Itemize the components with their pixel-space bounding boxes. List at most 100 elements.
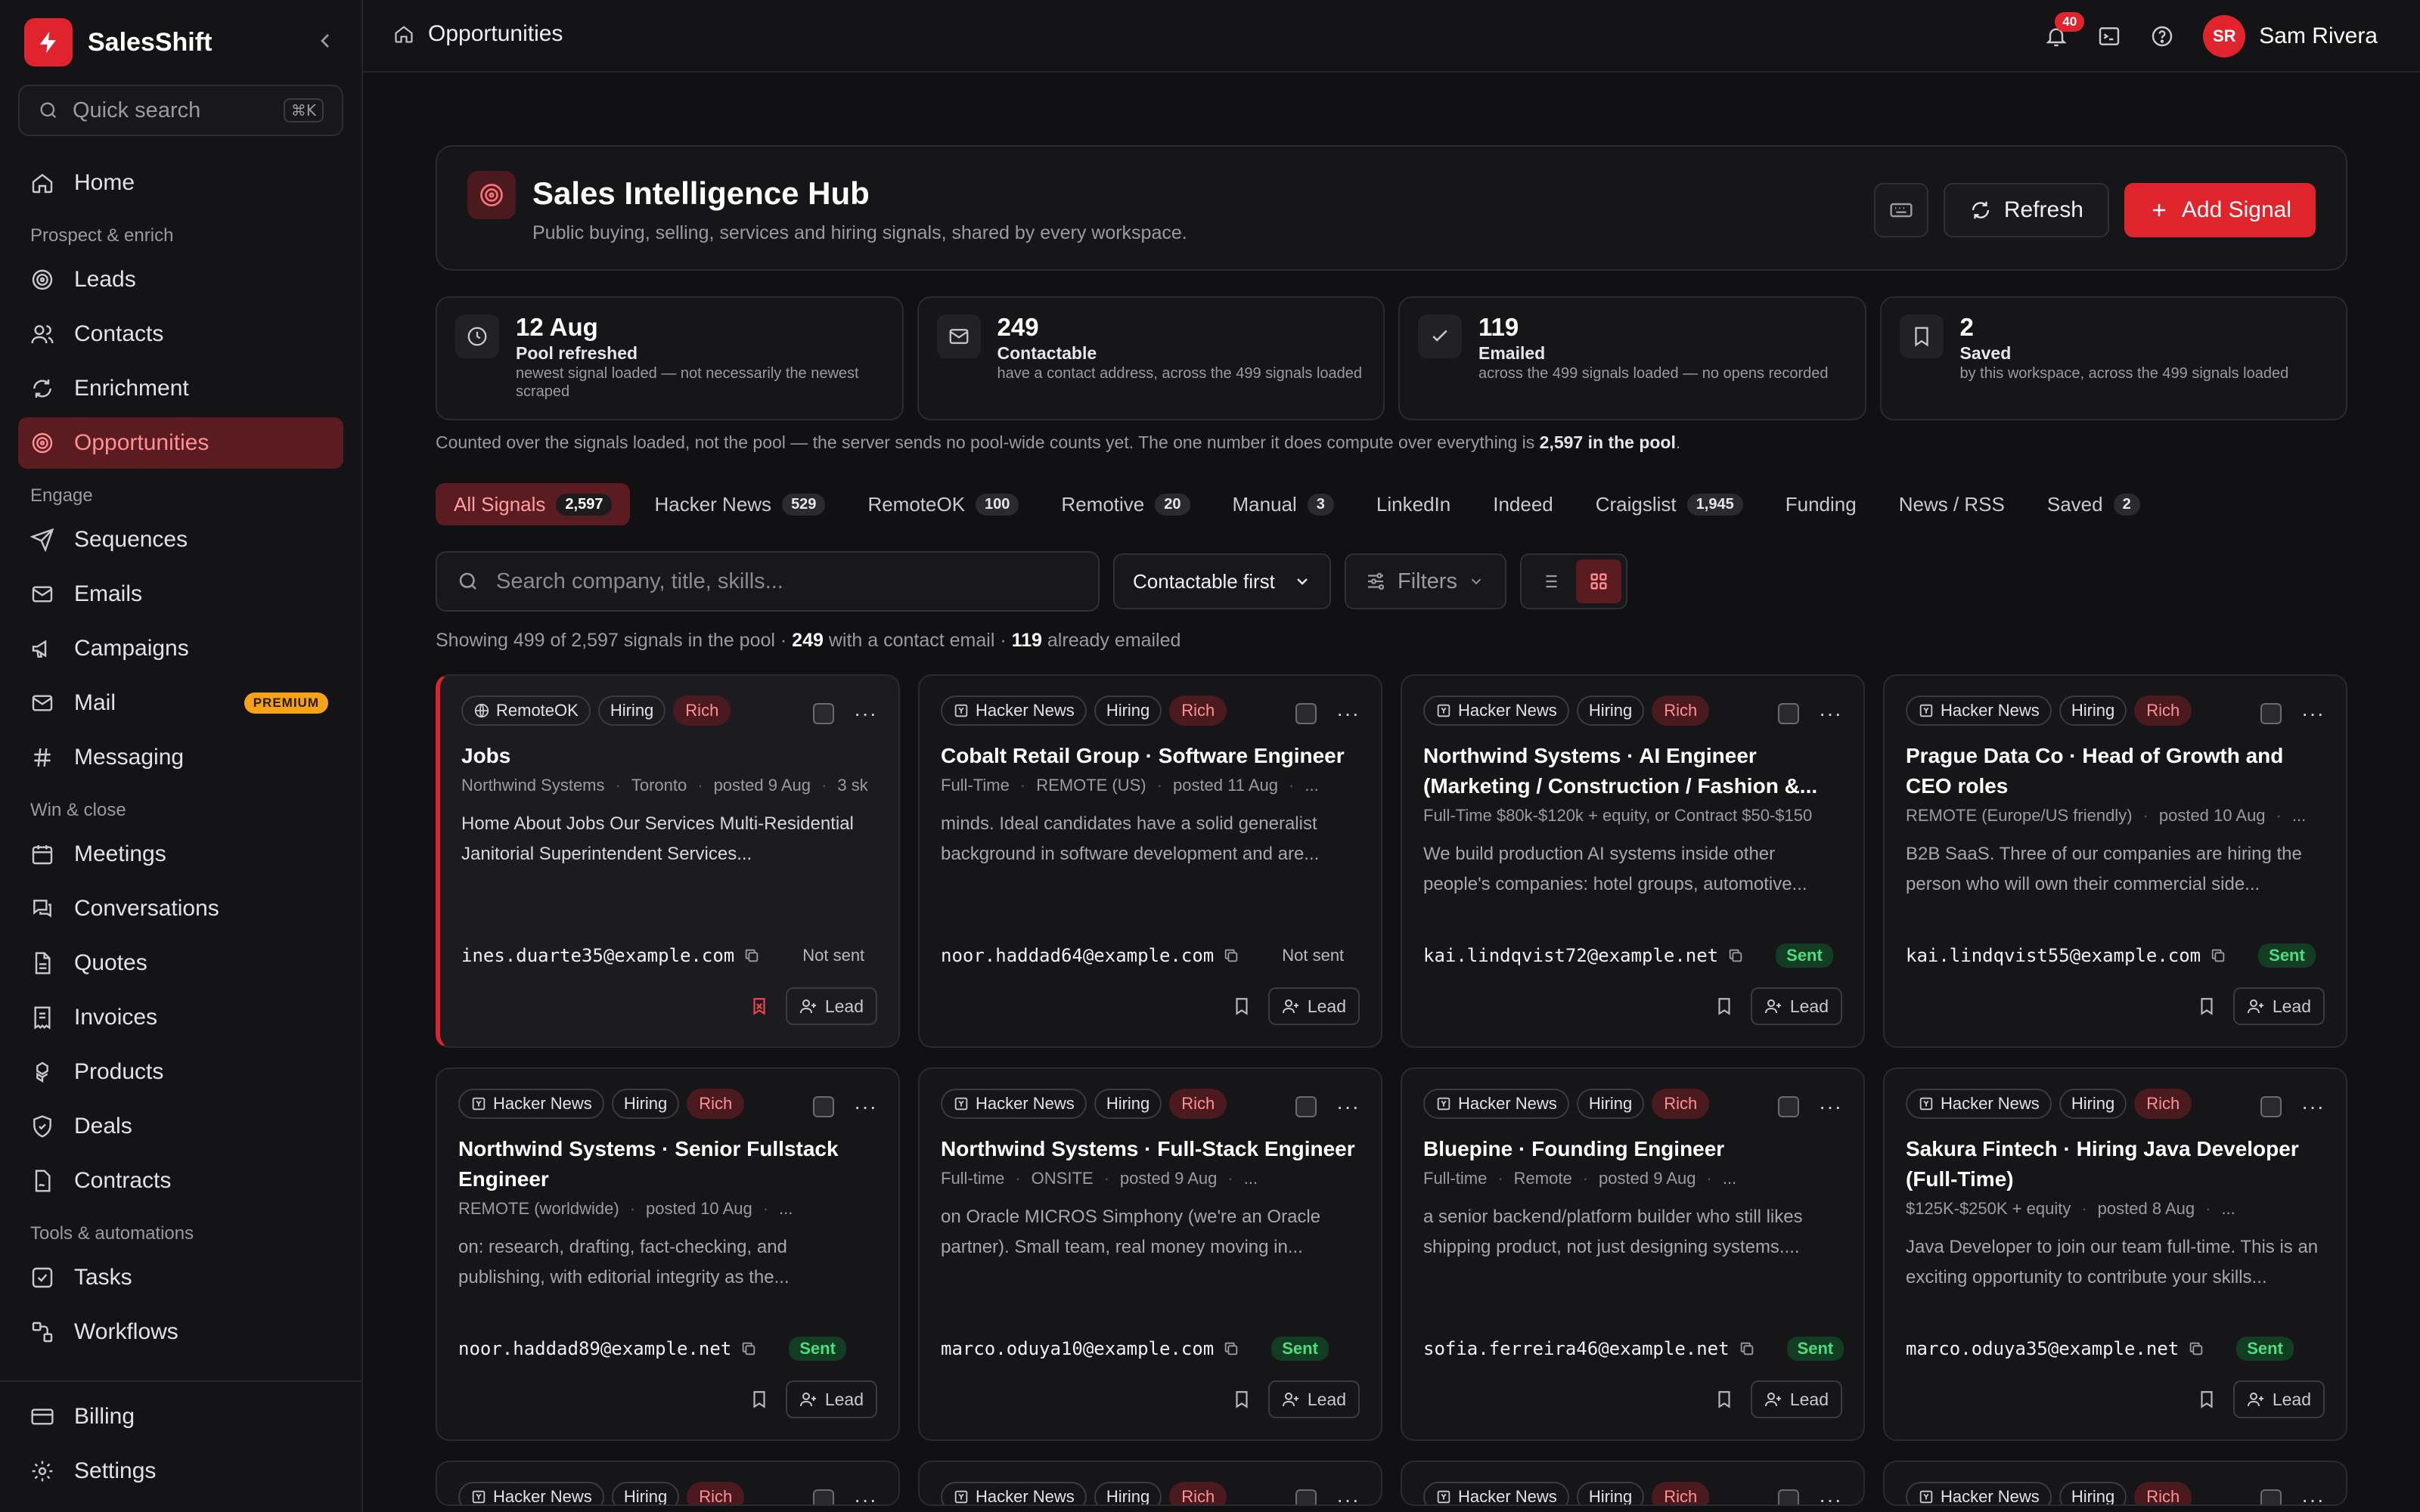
card-title[interactable]: Northwind Systems · Senior Fullstack Eng… (458, 1134, 877, 1194)
sidebar-item-campaigns[interactable]: Campaigns (18, 623, 343, 674)
select-checkbox[interactable] (813, 1489, 835, 1504)
select-checkbox[interactable] (2260, 1096, 2282, 1117)
more-icon[interactable]: ··· (1819, 703, 1842, 724)
copy-icon[interactable] (1727, 947, 1744, 964)
select-checkbox[interactable] (1295, 703, 1317, 724)
copy-icon[interactable] (740, 1340, 757, 1357)
bookmark-remove-icon[interactable] (749, 996, 769, 1016)
sidebar-item-contracts[interactable]: Contracts (18, 1155, 343, 1207)
select-checkbox[interactable] (1295, 1096, 1317, 1117)
email-address[interactable]: noor.haddad64@example.com (941, 945, 1214, 966)
signal-search-input[interactable]: Search company, title, skills... (436, 551, 1100, 612)
tab-linkedin[interactable]: LinkedIn (1358, 483, 1469, 525)
signal-card[interactable]: RemoteOK Hiring Rich ··· Jobs Northwind Syste… (436, 674, 900, 1048)
more-icon[interactable]: ··· (854, 1489, 877, 1505)
more-icon[interactable]: ··· (854, 703, 877, 724)
email-address[interactable]: noor.haddad89@example.net (458, 1338, 731, 1359)
sidebar-item-messaging[interactable]: Messaging (18, 732, 343, 783)
select-checkbox[interactable] (1295, 1489, 1317, 1504)
sidebar-item-sequences[interactable]: Sequences (18, 514, 343, 565)
more-icon[interactable]: ··· (1819, 1489, 1842, 1505)
quick-search[interactable]: Quick search ⌘K (18, 85, 343, 136)
sidebar-item-quotes[interactable]: Quotes (18, 937, 343, 989)
add-lead-button[interactable]: Lead (785, 1380, 877, 1418)
bookmark-icon[interactable] (1232, 996, 1252, 1016)
add-lead-button[interactable]: Lead (1750, 1380, 1842, 1418)
tab-craigslist[interactable]: Craigslist 1,945 (1578, 483, 1761, 525)
add-signal-button[interactable]: Add Signal (2124, 183, 2316, 237)
tab-remoteok[interactable]: RemoteOK 100 (849, 483, 1037, 525)
email-address[interactable]: marco.oduya35@example.net (1906, 1338, 2179, 1359)
email-address[interactable]: sofia.ferreira46@example.net (1423, 1338, 1730, 1359)
tab-remotive[interactable]: Remotive 20 (1043, 483, 1208, 525)
terminal-icon[interactable] (2097, 24, 2121, 48)
refresh-button[interactable]: Refresh (1943, 183, 2109, 237)
select-checkbox[interactable] (1778, 703, 1800, 724)
tab-saved[interactable]: Saved 2 (2029, 483, 2158, 525)
brand[interactable]: SalesShift (24, 18, 212, 67)
sidebar-item-mail[interactable]: Mail PREMIUM (18, 677, 343, 729)
sidebar-item-products[interactable]: Products (18, 1046, 343, 1098)
email-address[interactable]: marco.oduya10@example.com (941, 1338, 1214, 1359)
add-lead-button[interactable]: Lead (1267, 1380, 1360, 1418)
copy-icon[interactable] (2210, 947, 2226, 964)
bookmark-icon[interactable] (1232, 1390, 1252, 1409)
more-icon[interactable]: ··· (2301, 703, 2325, 724)
tab-funding[interactable]: Funding (1767, 483, 1875, 525)
tab-indeed[interactable]: Indeed (1475, 483, 1571, 525)
sidebar-item-billing[interactable]: Billing (18, 1391, 343, 1442)
more-icon[interactable]: ··· (1336, 703, 1360, 724)
card-title[interactable]: Bluepine · Founding Engineer (1423, 1134, 1842, 1164)
sidebar-item-deals[interactable]: Deals (18, 1101, 343, 1152)
more-icon[interactable]: ··· (2301, 1096, 2325, 1117)
sidebar-item-conversations[interactable]: Conversations (18, 883, 343, 934)
sidebar-item-invoices[interactable]: Invoices (18, 992, 343, 1043)
more-icon[interactable]: ··· (1336, 1096, 1360, 1117)
tab-manual[interactable]: Manual 3 (1215, 483, 1352, 525)
user-menu[interactable]: SR Sam Rivera (2203, 15, 2378, 57)
email-address[interactable]: kai.lindqvist72@example.net (1423, 945, 1718, 966)
select-checkbox[interactable] (1778, 1096, 1800, 1117)
chevron-left-icon[interactable] (313, 29, 337, 53)
card-title[interactable]: Jobs (461, 741, 877, 771)
sidebar-item-meetings[interactable]: Meetings (18, 829, 343, 880)
sidebar-item-leads[interactable]: Leads (18, 254, 343, 305)
bookmark-icon[interactable] (749, 1390, 769, 1409)
sidebar-item-opportunities[interactable]: Opportunities (18, 417, 343, 469)
add-lead-button[interactable]: Lead (1750, 987, 1842, 1025)
more-icon[interactable]: ··· (854, 1096, 877, 1117)
signal-card[interactable]: Hacker News Hiring Rich ··· Northwind System… (436, 1067, 900, 1441)
select-checkbox[interactable] (2260, 703, 2282, 724)
list-view-button[interactable] (1526, 559, 1571, 603)
breadcrumb[interactable]: Opportunities (393, 21, 563, 47)
grid-view-button[interactable] (1576, 559, 1621, 603)
sidebar-item-emails[interactable]: Emails (18, 569, 343, 620)
copy-icon[interactable] (1223, 947, 1239, 964)
sidebar-item-home[interactable]: Home (18, 157, 343, 209)
signal-card[interactable]: Hacker News Hiring Rich ··· Bluepine · Found… (1401, 1067, 1865, 1441)
filters-button[interactable]: Filters (1345, 553, 1506, 609)
sidebar-item-settings[interactable]: Settings (18, 1445, 343, 1497)
signal-card[interactable]: Hacker News Hiring Rich ··· Sakura Fintech ·… (1883, 1067, 2347, 1441)
signal-card[interactable]: Hacker News Hiring Rich ··· (1883, 1461, 2347, 1506)
email-address[interactable]: kai.lindqvist55@example.com (1906, 945, 2201, 966)
more-icon[interactable]: ··· (1819, 1096, 1842, 1117)
bookmark-icon[interactable] (1714, 1390, 1734, 1409)
more-icon[interactable]: ··· (1336, 1489, 1360, 1505)
card-title[interactable]: Northwind Systems · Full-Stack Engineer (941, 1134, 1360, 1164)
signal-card[interactable]: Hacker News Hiring Rich ··· (436, 1461, 900, 1506)
select-checkbox[interactable] (813, 703, 835, 724)
tab-hacker-news[interactable]: Hacker News 529 (636, 483, 843, 525)
add-lead-button[interactable]: Lead (1267, 987, 1360, 1025)
bookmark-icon[interactable] (1714, 996, 1734, 1016)
select-checkbox[interactable] (2260, 1489, 2282, 1504)
copy-icon[interactable] (743, 947, 760, 964)
tab-all-signals[interactable]: All Signals 2,597 (436, 483, 631, 525)
keyboard-button[interactable] (1873, 183, 1928, 237)
add-lead-button[interactable]: Lead (2232, 1380, 2325, 1418)
card-title[interactable]: Cobalt Retail Group · Software Engineer (941, 741, 1360, 771)
signal-card[interactable]: Hacker News Hiring Rich ··· (918, 1461, 1382, 1506)
sidebar-item-workflows[interactable]: Workflows (18, 1306, 343, 1358)
sidebar-item-tasks[interactable]: Tasks (18, 1252, 343, 1303)
sidebar-item-contacts[interactable]: Contacts (18, 308, 343, 360)
